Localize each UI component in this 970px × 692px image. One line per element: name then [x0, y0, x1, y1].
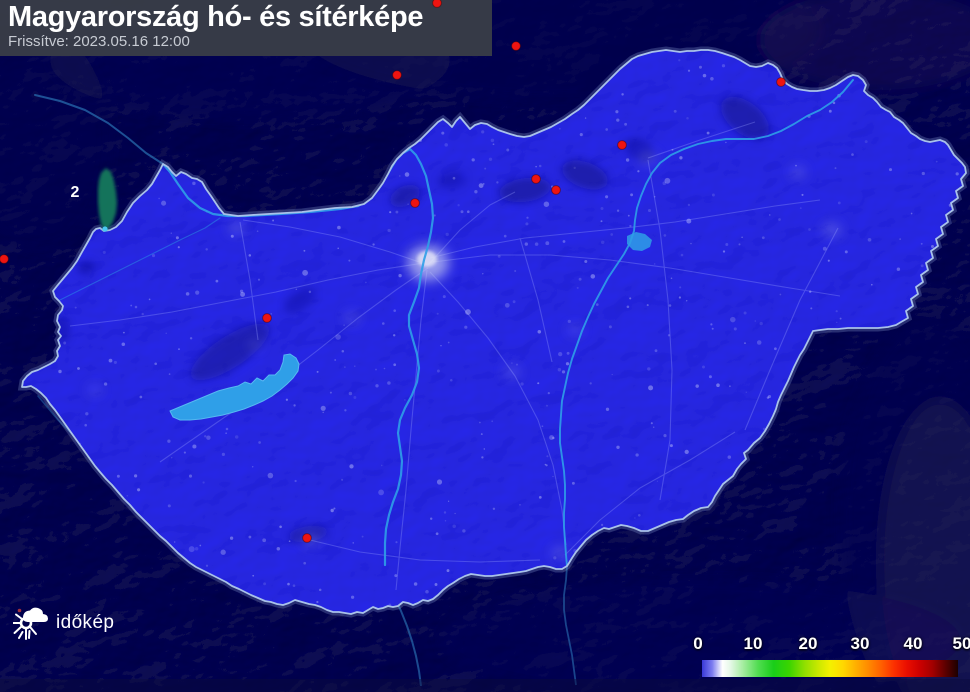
- idokep-logo[interactable]: időkép: [13, 604, 114, 642]
- updated-timestamp: Frissítve: 2023.05.16 12:00: [8, 34, 482, 50]
- legend-tick: 40: [904, 634, 923, 654]
- legend-tick: 50: [953, 634, 970, 654]
- legend-tick: 0: [693, 634, 702, 654]
- map-canvas: 2: [0, 0, 970, 692]
- legend-tick: 20: [799, 634, 818, 654]
- legend-tick: 10: [744, 634, 763, 654]
- snow-depth-legend: 0 10 20 30 40 50: [686, 634, 970, 684]
- hungary-snow-map-screen: 2 Magyarország hó- és sítérképe Frissítv…: [0, 0, 970, 692]
- legend-tick: 30: [851, 634, 870, 654]
- idokep-logo-text: időkép: [56, 612, 114, 634]
- page-title: Magyarország hó- és sítérképe: [8, 1, 482, 34]
- lake-ferto-tip: [102, 226, 107, 231]
- snow-depth-label: 2: [71, 184, 80, 201]
- legend-color-bar: [702, 660, 958, 677]
- map-header: Magyarország hó- és sítérképe Frissítve:…: [0, 0, 492, 56]
- idokep-sun-cloud-icon: [13, 604, 51, 642]
